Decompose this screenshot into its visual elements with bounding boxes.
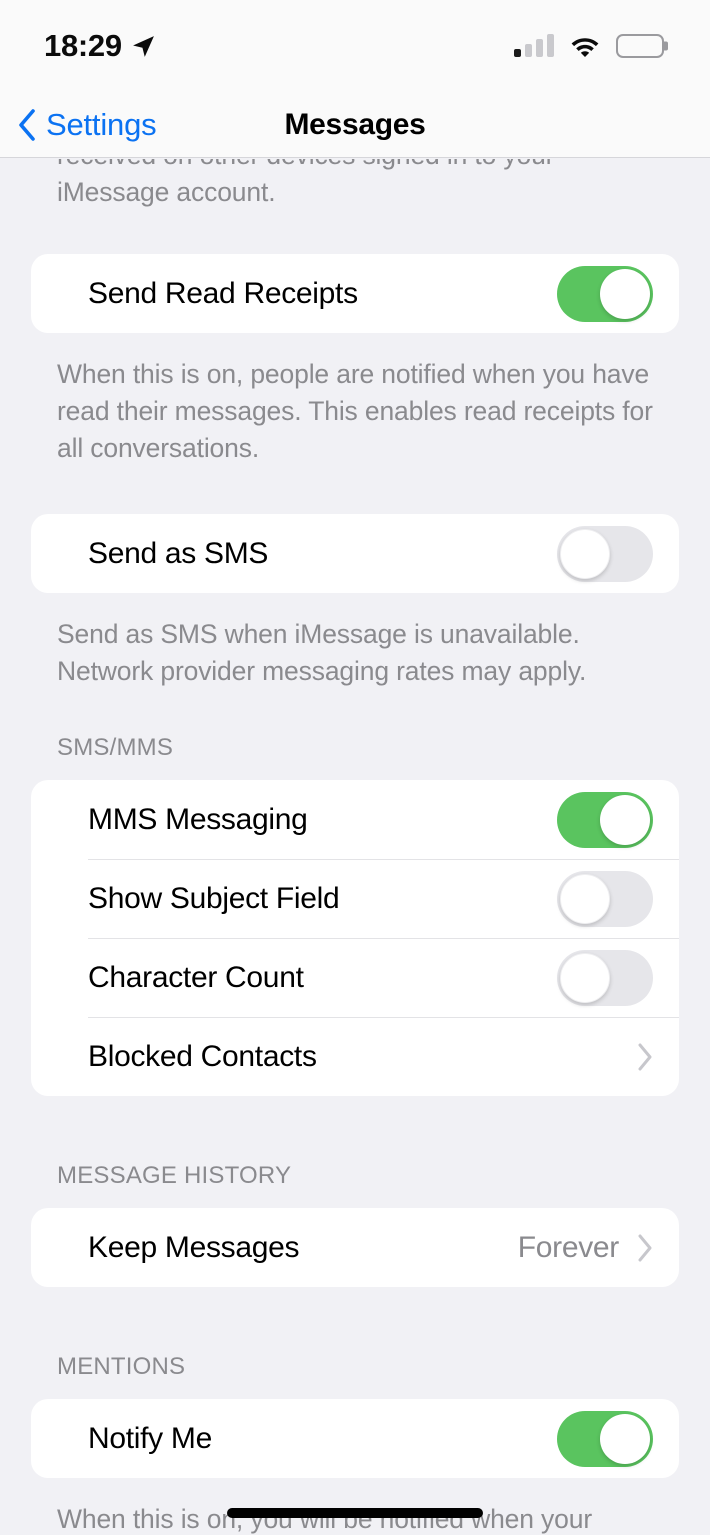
row-notify-me[interactable]: Notify Me <box>31 1399 679 1478</box>
row-label: Notify Me <box>88 1421 212 1455</box>
row-label: Character Count <box>88 960 304 994</box>
row-label: Keep Messages <box>88 1230 300 1264</box>
row-label: Send as SMS <box>88 536 269 570</box>
toggle-notify-me[interactable] <box>557 1410 653 1467</box>
home-indicator[interactable] <box>227 1508 483 1518</box>
section-header-message-history: MESSAGE HISTORY <box>57 1162 292 1189</box>
row-label: MMS Messaging <box>88 802 308 836</box>
section-sms-mms: MMS Messaging Show Subject Field Charact… <box>31 780 679 1096</box>
toggle-send-as-sms[interactable] <box>557 525 653 582</box>
toggle-character-count[interactable] <box>557 949 653 1006</box>
row-label: Send Read Receipts <box>88 276 358 310</box>
footnote-imessage-account: received on other devices signed in to y… <box>57 159 555 207</box>
row-label: Show Subject Field <box>88 881 340 915</box>
status-bar-left: 18:29 <box>44 28 156 64</box>
cellular-signal-icon <box>514 34 554 57</box>
status-bar-right <box>514 34 664 58</box>
footnote-send-read-receipts: When this is on, people are notified whe… <box>57 359 653 463</box>
row-character-count[interactable]: Character Count <box>31 938 679 1017</box>
navigation-bar: Settings Messages <box>0 92 710 158</box>
row-send-as-sms[interactable]: Send as SMS <box>31 514 679 593</box>
location-arrow-icon <box>132 35 154 57</box>
chevron-right-icon <box>638 1234 652 1261</box>
row-label: Blocked Contacts <box>88 1039 317 1073</box>
row-mms-messaging[interactable]: MMS Messaging <box>31 780 679 859</box>
section-message-history: Keep Messages Forever <box>31 1208 679 1287</box>
row-value-keep-messages: Forever <box>517 1230 620 1264</box>
footnote-mentions: When this is on, you will be notified wh… <box>57 1504 593 1534</box>
battery-icon <box>616 34 664 58</box>
section-header-mentions: MENTIONS <box>57 1353 186 1380</box>
page-title: Messages <box>284 107 426 141</box>
chevron-right-icon <box>638 1043 652 1070</box>
settings-scroll-view[interactable]: received on other devices signed in to y… <box>0 159 710 1535</box>
row-show-subject-field[interactable]: Show Subject Field <box>31 859 679 938</box>
status-bar: 18:29 <box>0 0 710 92</box>
section-mentions: Notify Me <box>31 1399 679 1478</box>
status-bar-clock: 18:29 <box>44 28 122 63</box>
toggle-send-read-receipts[interactable] <box>557 265 653 322</box>
section-header-sms-mms: SMS/MMS <box>57 734 174 761</box>
wifi-icon <box>571 38 599 57</box>
section-send-read-receipts: Send Read Receipts <box>31 254 679 333</box>
row-send-read-receipts[interactable]: Send Read Receipts <box>31 254 679 333</box>
footnote-send-as-sms: Send as SMS when iMessage is unavailable… <box>57 619 587 686</box>
row-keep-messages[interactable]: Keep Messages Forever <box>31 1208 679 1287</box>
section-send-as-sms: Send as SMS <box>31 514 679 593</box>
row-blocked-contacts[interactable]: Blocked Contacts <box>31 1017 679 1096</box>
toggle-mms-messaging[interactable] <box>557 791 653 848</box>
toggle-show-subject-field[interactable] <box>557 870 653 927</box>
